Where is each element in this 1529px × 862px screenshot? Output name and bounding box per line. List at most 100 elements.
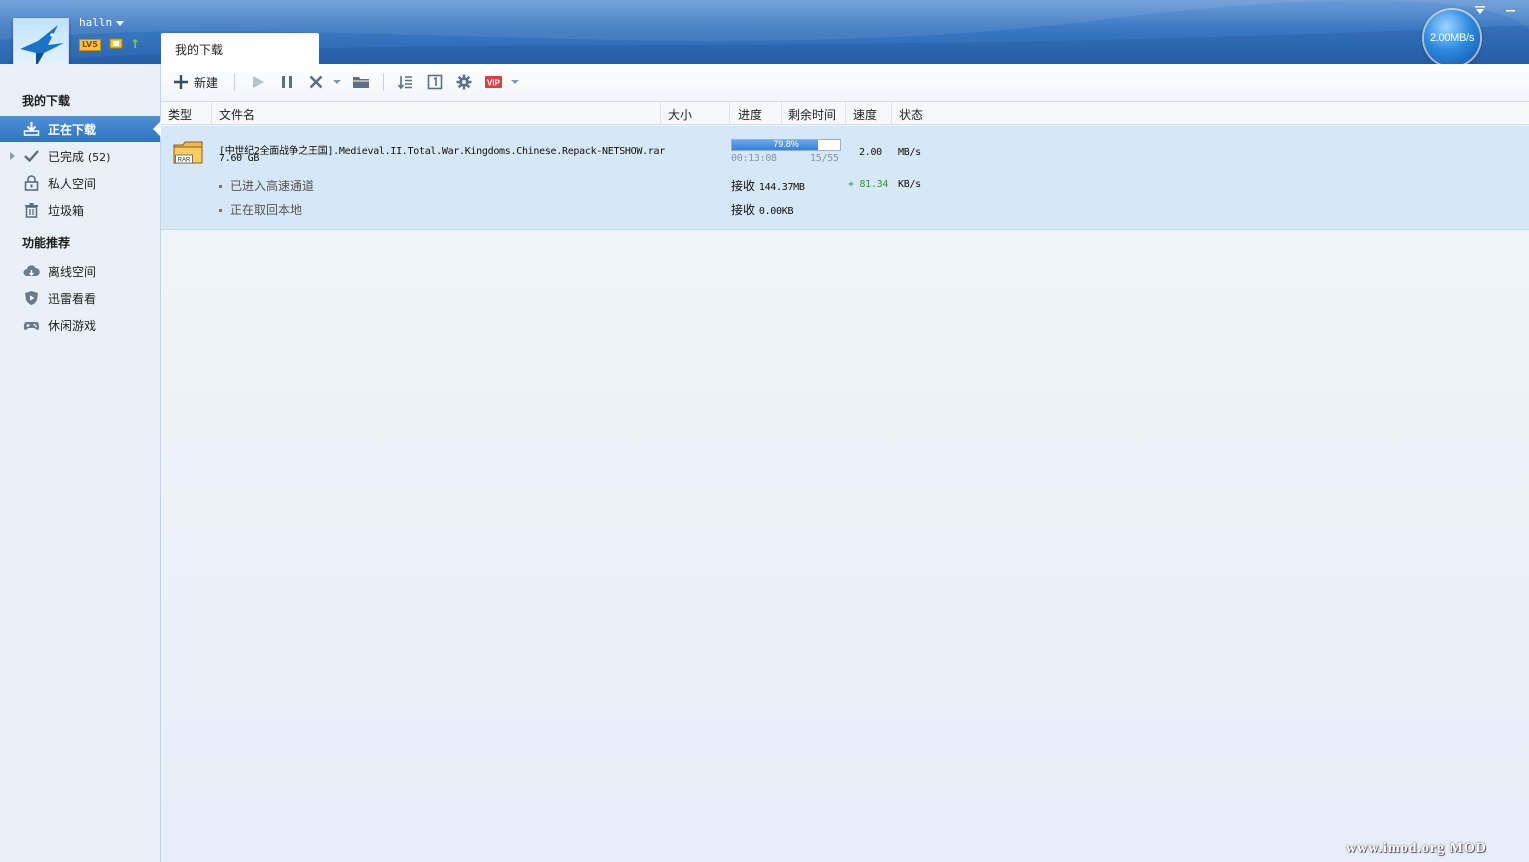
vip-button[interactable]: VIP [484,73,504,93]
cloud-icon [23,263,40,279]
sub1-label: 已进入高速通道 [230,179,315,193]
sidebar-item-casual-games[interactable]: 休闲游戏 [0,312,160,338]
chevron-down-icon [116,20,125,26]
column-filename[interactable]: 文件名 [219,106,255,123]
progress-percent: 79.8% [773,139,799,149]
delete-dropdown-caret-icon[interactable] [333,80,341,84]
sidebar-item-label: 正在下载 [48,123,97,137]
completed-label: 已完成 [48,150,85,164]
sidebar-item-downloading[interactable]: 正在下载 [0,116,161,142]
username-menu[interactable]: halln [79,16,125,29]
column-progress[interactable]: 进度 [738,106,762,123]
retrieving-local-status: 正在取回本地 [219,201,302,218]
column-speed[interactable]: 速度 [853,106,877,123]
sort-icon [397,76,412,90]
completed-count: (52) [87,151,111,164]
task-peers: 15/55 [810,153,839,164]
bullet [219,185,222,188]
sidebar-item-label: 已完成 (52) [48,148,110,165]
toolbar-divider [234,73,235,91]
sidebar-item-label: 垃圾箱 [48,204,85,218]
task-progress-bar: 79.8% [731,139,841,151]
sidebar-item-private-space[interactable]: 私人空间 [0,170,160,196]
column-divider[interactable] [729,102,730,124]
column-divider[interactable] [781,102,782,124]
watermark: www.imod.org MOD [1346,841,1487,856]
sub1-recv-label: 接收 [731,179,756,193]
vip-icon: VIP [485,76,502,88]
lock-icon [23,175,40,191]
task-size: 7.60 GB [219,153,260,164]
sidebar-item-label: 休闲游戏 [48,319,97,333]
checkmark-icon [23,148,40,164]
bullet [219,209,222,212]
column-divider[interactable] [211,102,212,124]
column-status[interactable]: 状态 [899,106,923,123]
tab-my-downloads[interactable]: 我的下载 [161,33,319,64]
sidebar-item-completed[interactable]: 已完成 (52) [0,143,160,169]
page-icon [427,74,443,90]
download-list-area [161,125,1529,862]
sidebar-item-label: 迅雷看看 [48,292,97,306]
vip-dropdown-caret-icon[interactable] [511,80,519,84]
task-speed-value: 2.00 [859,147,882,158]
task-filename: [中世纪2全面战争之王国].Medieval.II.Total.War.King… [219,146,665,157]
download-icon [23,121,40,137]
level-badge[interactable]: LV5 [79,39,101,51]
plus-icon [174,75,188,89]
column-divider[interactable] [845,102,846,124]
settings-button[interactable] [456,73,472,93]
start-button[interactable] [250,73,266,93]
sub1-received: 接收 144.37MB [731,177,805,194]
trash-icon [23,202,40,218]
expand-arrow-icon[interactable] [10,152,15,160]
sidebar-item-label: 私人空间 [48,177,97,191]
open-folder-button[interactable] [352,73,370,93]
skin-menu-icon[interactable] [1472,4,1488,16]
sort-button[interactable] [397,73,413,93]
rar-file-icon: RAR [172,139,206,169]
sidebar-item-label: 离线空间 [48,265,97,279]
sidebar-item-xunlei-kankan[interactable]: 迅雷看看 [0,285,160,311]
sidebar-section-features: 功能推荐 [22,236,71,250]
page-number-button[interactable] [427,73,443,93]
sidebar-item-offline-space[interactable]: 离线空间 [0,258,160,284]
toolbar: 新建 VIP [161,64,1529,102]
delete-icon [309,75,323,89]
pause-button[interactable] [279,73,295,93]
sidebar-item-trash[interactable]: 垃圾箱 [0,197,160,223]
sub2-recv-value: 0.00KB [758,206,794,217]
svg-text:VIP: VIP [487,79,501,88]
new-task-button[interactable]: 新建 [173,73,223,93]
pause-icon [282,76,292,88]
rar-icon-label: RAR [178,158,191,164]
sub1-speed: + 81.34 [848,179,889,190]
gear-icon [456,74,472,90]
column-size[interactable]: 大小 [668,106,692,123]
speed-ball[interactable]: 2.00MB/s [1424,10,1480,66]
username: halln [79,16,113,29]
sub2-label: 正在取回本地 [230,203,303,217]
delete-button[interactable] [308,73,324,93]
sub2-recv-label: 接收 [731,203,756,217]
new-task-label: 新建 [194,76,219,90]
sub1-speed-unit: KB/s [898,179,921,190]
minimize-button[interactable] [1502,4,1518,16]
column-divider[interactable] [660,102,661,124]
list-header: 类型 文件名 大小 进度 剩余时间 速度 状态 [161,102,1529,125]
tab-label: 我的下载 [175,43,224,57]
column-type[interactable]: 类型 [168,106,192,123]
level-up-arrow-icon: ↑ [130,37,141,51]
sub2-received: 接收 0.00KB [731,201,793,218]
vip-badge-icon[interactable] [109,37,123,50]
sidebar: 我的下载 正在下载 已完成 (52) 私人空间 垃圾箱 功能推荐 离线空间 迅雷… [0,64,161,862]
download-task-row[interactable]: RAR [中世纪2全面战争之王国].Medieval.II.Total.War.… [161,126,1529,230]
high-speed-channel-status: 已进入高速通道 [219,177,314,194]
column-remaining-time[interactable]: 剩余时间 [788,106,836,123]
task-remaining-time: 00:13:08 [731,153,777,164]
play-icon [253,76,264,88]
gamepad-icon [23,317,40,333]
video-shield-icon [23,290,40,306]
column-divider[interactable] [891,102,892,124]
toolbar-divider [383,73,384,91]
